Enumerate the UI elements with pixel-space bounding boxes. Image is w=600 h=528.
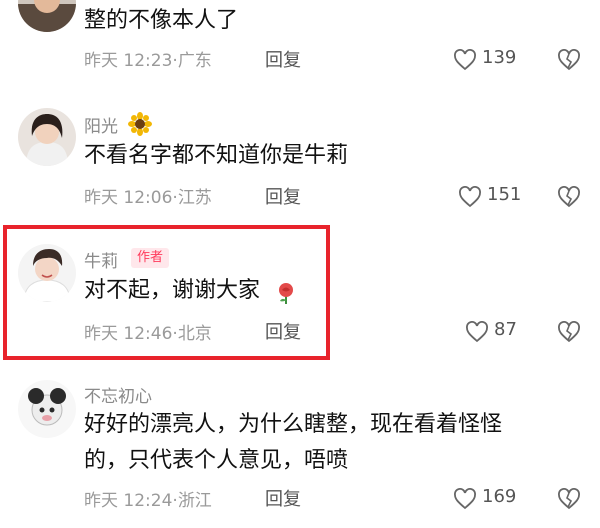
avatar[interactable] xyxy=(18,0,76,32)
heart-outline-icon[interactable] xyxy=(458,186,482,208)
comment-item: 整的不像本人了 昨天 12:23·广东 回复 139 xyxy=(0,0,600,80)
like-count: 87 xyxy=(494,319,517,340)
like-count: 169 xyxy=(482,486,517,507)
comment-location: 广东 xyxy=(177,51,212,71)
heart-outline-icon[interactable] xyxy=(453,49,477,71)
heart-outline-icon[interactable] xyxy=(453,488,477,510)
comment-location: 浙江 xyxy=(177,491,212,511)
comment-time: 昨天 12:24 xyxy=(84,491,173,511)
comment-text: 不看名字都不知道你是牛莉 xyxy=(84,143,349,168)
comment-meta: 昨天 12:06·江苏 xyxy=(84,183,212,208)
comment-item: 阳光 不看名字都不知道你是牛莉 昨天 12:06·江苏 回复 151 xyxy=(0,100,600,210)
reply-button[interactable]: 回复 xyxy=(265,485,301,511)
reply-button[interactable]: 回复 xyxy=(265,183,301,209)
comment-text-line: 好好的漂亮人，为什么瞎整，现在看着怪怪 xyxy=(84,412,503,437)
avatar-image xyxy=(18,108,76,166)
broken-heart-icon[interactable] xyxy=(557,49,581,71)
comment-username: 不忘初心 xyxy=(84,382,152,407)
avatar-image xyxy=(18,380,76,438)
avatar-image xyxy=(18,0,76,32)
heart-outline-icon[interactable] xyxy=(465,321,489,343)
broken-heart-icon[interactable] xyxy=(557,186,581,208)
comment-time: 昨天 12:06 xyxy=(84,188,173,208)
username-text: 不忘初心 xyxy=(84,387,152,407)
comment-text-line: 的，只代表个人意见，唔喷 xyxy=(84,448,349,473)
avatar[interactable] xyxy=(18,380,76,438)
sunflower-icon xyxy=(128,112,152,136)
comment-location: 江苏 xyxy=(177,188,212,208)
broken-heart-icon[interactable] xyxy=(557,488,581,510)
broken-heart-icon[interactable] xyxy=(557,321,581,343)
comment-item: 不忘初心 好好的漂亮人，为什么瞎整，现在看着怪怪 的，只代表个人意见，唔喷 昨天… xyxy=(0,372,600,528)
comment-meta: 昨天 12:24·浙江 xyxy=(84,486,212,511)
comment-username: 阳光 xyxy=(84,112,118,137)
comment-time: 昨天 12:23 xyxy=(84,51,173,71)
highlight-box xyxy=(3,225,330,360)
avatar[interactable] xyxy=(18,108,76,166)
reply-button[interactable]: 回复 xyxy=(265,46,301,72)
comment-text: 整的不像本人了 xyxy=(84,8,239,33)
comment-meta: 昨天 12:23·广东 xyxy=(84,46,212,71)
like-count: 151 xyxy=(487,184,522,205)
username-text: 阳光 xyxy=(84,117,118,137)
like-count: 139 xyxy=(482,47,517,68)
